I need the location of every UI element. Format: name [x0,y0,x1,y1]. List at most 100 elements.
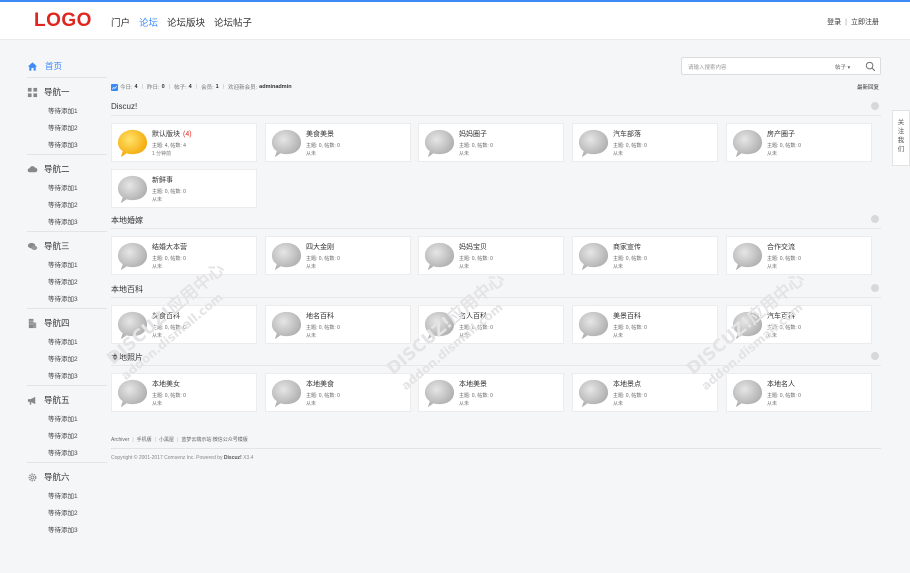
sidebar-item[interactable]: 等待添加2 [27,428,107,445]
search-input[interactable]: 请输入搜索内容 [688,63,727,71]
nav-forum[interactable]: 论坛 [139,15,158,29]
forum-name[interactable]: 新鲜事 [152,175,173,185]
sidebar-group-title[interactable]: 导航六 [27,466,107,488]
sidebar-group-title[interactable]: 导航三 [27,235,107,257]
forum-icon[interactable] [270,377,303,410]
forum-card[interactable]: 美食百科 主题: 0, 帖数: 0 从未 [111,305,257,344]
search-box[interactable]: 请输入搜索内容 帖子 ▾ [681,57,881,75]
forum-name[interactable]: 妈妈圈子 [459,129,487,139]
sidebar-item[interactable]: 等待添加3 [27,137,107,154]
footer-link[interactable]: 小黑屋 [159,437,174,443]
brand-link[interactable]: Discuz! [224,455,242,461]
forum-card[interactable]: 妈妈宝贝 主题: 0, 帖数: 0 从未 [418,236,564,275]
footer-link[interactable]: 蓝梦云端示站:微信公众号模版 [181,437,247,443]
sidebar-item[interactable]: 等待添加2 [27,505,107,522]
sidebar-item[interactable]: 等待添加1 [27,180,107,197]
follow-us-tab[interactable]: 关注我们 [892,110,910,166]
nav-forum-boards[interactable]: 论坛版块 [167,15,205,29]
register-link[interactable]: 立即注册 [851,19,879,26]
search-type-select[interactable]: 帖子 ▾ [835,63,850,71]
sidebar-item[interactable]: 等待添加2 [27,197,107,214]
forum-icon[interactable] [577,127,610,160]
forum-icon[interactable] [270,240,303,273]
section-title-label[interactable]: 本地百科 [111,285,143,294]
forum-name[interactable]: 名人百科 [459,311,487,321]
sidebar-group-title[interactable]: 导航四 [27,312,107,334]
forum-icon[interactable] [116,240,149,273]
forum-name[interactable]: 本地名人 [767,379,795,389]
forum-card[interactable]: 美食美景 主题: 0, 帖数: 0 从未 [265,123,411,162]
sidebar-item[interactable]: 等待添加1 [27,411,107,428]
forum-name[interactable]: 汽车百科 [767,311,795,321]
sidebar-item[interactable]: 等待添加1 [27,334,107,351]
collapse-icon[interactable] [871,352,879,360]
forum-name[interactable]: 本地美女 [152,379,180,389]
sidebar-item[interactable]: 等待添加1 [27,488,107,505]
sidebar-item[interactable]: 等待添加3 [27,522,107,539]
forum-card[interactable]: 本地美食 主题: 0, 帖数: 0 从未 [265,373,411,412]
sidebar-group-title[interactable]: 导航二 [27,158,107,180]
forum-card[interactable]: 四大金刚 主题: 0, 帖数: 0 从未 [265,236,411,275]
sidebar-item[interactable]: 等待添加3 [27,445,107,462]
forum-name[interactable]: 本地美食 [306,379,334,389]
forum-card[interactable]: 汽车部落 主题: 0, 帖数: 0 从未 [572,123,718,162]
forum-icon[interactable] [270,127,303,160]
forum-card[interactable]: 汽车百科 主题: 0, 帖数: 0 从未 [726,305,872,344]
sidebar-group-title[interactable]: 导航一 [27,81,107,103]
forum-card[interactable]: 本地景点 主题: 0, 帖数: 0 从未 [572,373,718,412]
forum-icon[interactable] [423,127,456,160]
section-title-label[interactable]: 本地照片 [111,353,143,362]
collapse-icon[interactable] [871,284,879,292]
forum-icon[interactable] [731,240,764,273]
sidebar-item[interactable]: 等待添加1 [27,103,107,120]
new-member-link[interactable]: adminadmin [259,84,291,90]
forum-name[interactable]: 合作交流 [767,242,795,252]
forum-card[interactable]: 地名百科 主题: 0, 帖数: 0 从未 [265,305,411,344]
forum-icon[interactable] [577,309,610,342]
sidebar-item[interactable]: 等待添加1 [27,257,107,274]
forum-name[interactable]: 商家宣传 [613,242,641,252]
forum-card[interactable]: 本地名人 主题: 0, 帖数: 0 从未 [726,373,872,412]
footer-link[interactable]: Archiver [111,437,129,443]
collapse-icon[interactable] [871,215,879,223]
footer-link[interactable]: 手机版 [137,437,152,443]
section-title-label[interactable]: Discuz! [111,102,137,111]
forum-name[interactable]: 美食美景 [306,129,334,139]
nav-portal[interactable]: 门户 [111,15,130,29]
forum-icon[interactable] [731,309,764,342]
forum-name[interactable]: 地名百科 [306,311,334,321]
forum-name[interactable]: 妈妈宝贝 [459,242,487,252]
forum-icon[interactable] [731,377,764,410]
forum-name[interactable]: 本地景点 [613,379,641,389]
forum-card[interactable]: 美景百科 主题: 0, 帖数: 0 从未 [572,305,718,344]
forum-card[interactable]: 本地美景 主题: 0, 帖数: 0 从未 [418,373,564,412]
sidebar-home[interactable]: 首页 [27,55,107,77]
forum-name[interactable]: 本地美景 [459,379,487,389]
forum-icon[interactable] [577,377,610,410]
forum-name[interactable]: 结婚大本营 [152,242,187,252]
search-icon[interactable] [865,61,876,72]
forum-icon[interactable] [116,309,149,342]
forum-new-posts-icon[interactable] [116,127,149,160]
sidebar-item[interactable]: 等待添加3 [27,368,107,385]
sidebar-item[interactable]: 等待添加3 [27,291,107,308]
forum-icon[interactable] [116,377,149,410]
forum-icon[interactable] [423,240,456,273]
sidebar-item[interactable]: 等待添加3 [27,214,107,231]
forum-name[interactable]: 默认版块 (4) [152,129,192,139]
forum-icon[interactable] [116,173,149,206]
forum-icon[interactable] [731,127,764,160]
sidebar-item[interactable]: 等待添加2 [27,351,107,368]
forum-icon[interactable] [423,309,456,342]
forum-card[interactable]: 合作交流 主题: 0, 帖数: 0 从未 [726,236,872,275]
collapse-icon[interactable] [871,102,879,110]
sidebar-group-title[interactable]: 导航五 [27,389,107,411]
logo[interactable]: LOGO [34,10,92,32]
forum-name[interactable]: 美景百科 [613,311,641,321]
forum-name[interactable]: 房产圈子 [767,129,795,139]
forum-name[interactable]: 汽车部落 [613,129,641,139]
forum-last-post[interactable]: 1 分钟前 [152,150,171,157]
forum-name[interactable]: 四大金刚 [306,242,334,252]
forum-card[interactable]: 默认版块 (4) 主题: 4, 帖数: 41 分钟前 [111,123,257,162]
section-title-label[interactable]: 本地婚嫁 [111,216,143,225]
